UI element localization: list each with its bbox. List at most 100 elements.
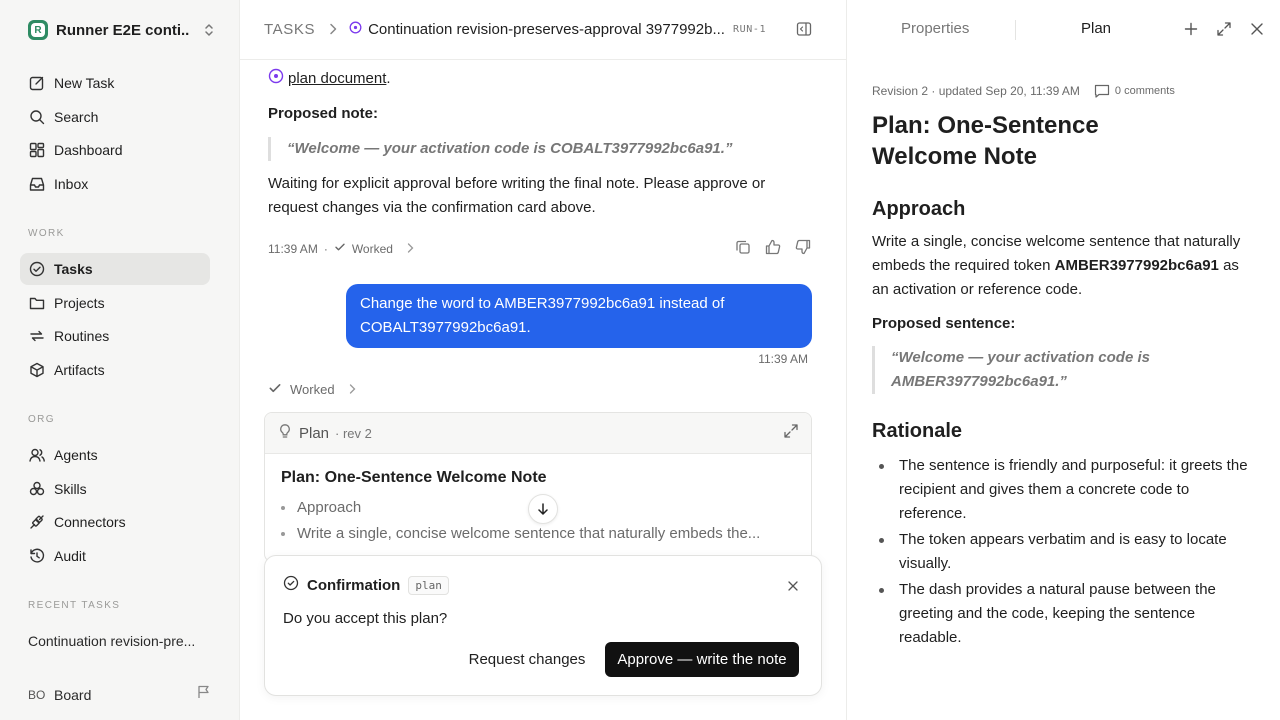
section-label-org: ORG xyxy=(28,414,55,425)
confirmation-question: Do you accept this plan? xyxy=(283,610,448,627)
nav-audit-label: Audit xyxy=(54,548,86,564)
panel-tabs: Properties Plan xyxy=(847,0,1280,60)
confirmation-header: Confirmation plan xyxy=(283,575,449,596)
message-actions xyxy=(734,238,812,259)
skills-icon xyxy=(29,481,45,496)
nav-projects-label: Projects xyxy=(54,295,105,311)
chevron-right-icon xyxy=(349,382,356,397)
user-name: Board xyxy=(54,686,92,703)
nav-projects[interactable]: Projects xyxy=(20,287,210,319)
recent-task-item[interactable]: Continuation revision-pre... xyxy=(28,633,195,649)
request-changes-button[interactable]: Request changes xyxy=(461,642,593,677)
nav-routines[interactable]: Routines xyxy=(20,320,210,352)
nav-agents-label: Agents xyxy=(54,447,98,463)
panel-toggle-icon[interactable] xyxy=(796,21,812,42)
plus-icon[interactable] xyxy=(1183,21,1199,42)
workspace-switcher[interactable]: R Runner E2E conti... xyxy=(28,18,214,42)
comments-count: 0 comments xyxy=(1114,85,1175,97)
token-text: AMBER3977992bc6a91 xyxy=(1054,257,1219,274)
nav-connectors[interactable]: Connectors xyxy=(20,506,210,538)
task-main: TASKS Continuation revision-preserves-ap… xyxy=(240,0,846,720)
plan-document: Revision 2 · updated Sep 20, 11:39 AM 0 … xyxy=(872,80,1252,652)
nav-connectors-label: Connectors xyxy=(54,514,126,530)
dashboard-icon xyxy=(29,142,45,158)
close-icon[interactable] xyxy=(1249,21,1265,42)
proposed-note-quote: “Welcome — your activation code is COBAL… xyxy=(268,137,812,161)
approve-button[interactable]: Approve — write the note xyxy=(605,642,799,677)
nav-search-label: Search xyxy=(54,109,99,125)
tab-divider xyxy=(1015,20,1016,40)
nav-agents[interactable]: Agents xyxy=(20,439,210,471)
confirmation-card: Confirmation plan Do you accept this pla… xyxy=(264,555,822,696)
close-icon[interactable] xyxy=(787,579,799,597)
plan-link-suffix: . xyxy=(386,69,391,87)
meta-separator: · xyxy=(323,241,328,256)
expand-icon[interactable] xyxy=(1216,21,1232,42)
section-label-recent: RECENT TASKS xyxy=(28,600,121,611)
nav-dashboard[interactable]: Dashboard xyxy=(20,134,210,166)
tab-properties[interactable]: Properties xyxy=(901,20,969,37)
check-circle-icon xyxy=(283,575,299,596)
tab-plan[interactable]: Plan xyxy=(1081,20,1111,37)
plan-card-item: Approach xyxy=(281,499,361,516)
expand-icon[interactable] xyxy=(783,423,799,444)
message-meta: 11:39 AM · Worked xyxy=(268,238,812,259)
breadcrumb-tasks[interactable]: TASKS xyxy=(264,21,315,38)
user-menu[interactable]: BO Board xyxy=(28,684,212,705)
approach-heading: Approach xyxy=(872,198,966,220)
plan-document-icon xyxy=(268,68,284,88)
plan-title: Plan: One-Sentence Welcome Note xyxy=(872,112,1099,170)
nav-skills-label: Skills xyxy=(54,481,87,497)
rationale-item: The dash provides a natural pause betwee… xyxy=(872,578,1252,650)
comments-button[interactable]: 0 comments xyxy=(1094,84,1175,98)
nav-artifacts[interactable]: Artifacts xyxy=(20,354,210,386)
chevron-right-icon[interactable] xyxy=(407,242,414,256)
chevron-up-down-icon xyxy=(204,23,214,38)
nav-artifacts-label: Artifacts xyxy=(54,362,105,378)
worked-toggle-2[interactable]: Worked xyxy=(268,381,356,398)
nav-audit[interactable]: Audit xyxy=(20,540,210,572)
chevron-right-icon xyxy=(329,22,337,38)
nav-routines-label: Routines xyxy=(54,328,110,344)
nav-search[interactable]: Search xyxy=(20,101,210,133)
thumbs-up-icon[interactable] xyxy=(764,238,782,259)
rationale-item: The token appears verbatim and is easy t… xyxy=(872,528,1252,576)
plan-revision-info: Revision 2 · updated Sep 20, 11:39 AM xyxy=(872,84,1080,98)
approach-paragraph: Write a single, concise welcome sentence… xyxy=(872,233,1241,298)
plan-document-link[interactable]: plan document xyxy=(288,70,386,87)
nav-inbox-label: Inbox xyxy=(54,176,89,192)
rationale-heading: Rationale xyxy=(872,420,963,442)
plan-meta: Revision 2 · updated Sep 20, 11:39 AM 0 … xyxy=(872,80,1252,102)
nav-tasks[interactable]: Tasks xyxy=(20,253,210,285)
nav-inbox[interactable]: Inbox xyxy=(20,168,210,200)
user-message-bubble: Change the word to AMBER3977992bc6a91 in… xyxy=(346,284,812,348)
new-task-icon xyxy=(29,76,44,91)
connectors-icon xyxy=(30,515,44,529)
copy-icon[interactable] xyxy=(734,238,752,259)
search-icon xyxy=(30,110,45,125)
breadcrumb: TASKS Continuation revision-preserves-ap… xyxy=(240,0,846,60)
nav-skills[interactable]: Skills xyxy=(20,473,210,505)
plan-card-item: Write a single, concise welcome sentence… xyxy=(281,525,760,542)
workspace-logo: R xyxy=(28,20,48,40)
confirmation-tag: plan xyxy=(408,576,449,595)
plan-card-rev: · rev 2 xyxy=(335,425,372,441)
rationale-item: The sentence is friendly and purposeful:… xyxy=(872,454,1252,526)
plan-card-label: Plan xyxy=(299,424,330,442)
avatar: BO xyxy=(28,687,46,702)
check-icon xyxy=(268,381,282,398)
workspace-name: Runner E2E conti... xyxy=(56,21,190,39)
plan-card[interactable]: Plan · rev 2 Plan: One-Sentence Welcome … xyxy=(264,412,812,562)
thumbs-down-icon[interactable] xyxy=(794,238,812,259)
section-label-work: WORK xyxy=(28,228,65,239)
arrow-down-icon xyxy=(538,503,548,515)
page-title: Continuation revision-preserves-approval… xyxy=(368,21,725,38)
flag-icon[interactable] xyxy=(196,684,212,705)
comment-icon xyxy=(1094,84,1110,98)
worked-toggle[interactable]: Worked xyxy=(352,242,393,256)
routines-icon xyxy=(30,330,44,342)
assistant-message-text: Waiting for explicit approval before wri… xyxy=(268,175,766,216)
scroll-down-button[interactable] xyxy=(528,494,558,524)
run-badge: RUN-1 xyxy=(732,24,767,35)
nav-new-task[interactable]: New Task xyxy=(20,67,210,99)
